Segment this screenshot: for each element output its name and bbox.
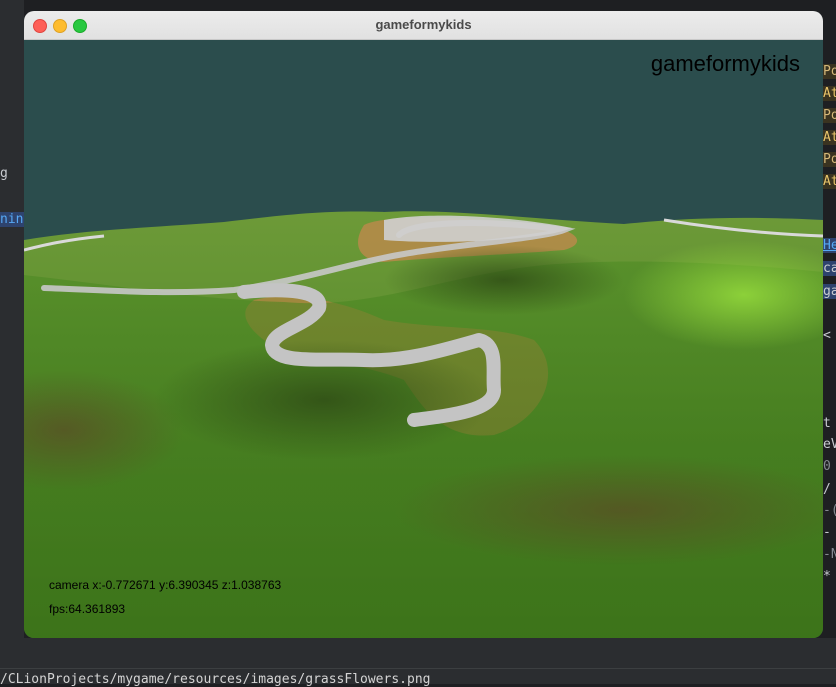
code-token: ca — [823, 261, 836, 276]
ide-left-panel: g ning — [0, 0, 32, 684]
ide-left-fragment: g — [0, 166, 8, 181]
code-token: Po — [823, 64, 836, 79]
code-token: < — [823, 328, 831, 343]
terrain-scene — [24, 211, 823, 638]
fps-readout: fps:64.361893 — [49, 602, 126, 616]
game-overlay-title: gameformykids — [650, 51, 800, 76]
code-token: At — [823, 174, 836, 189]
ide-editor-right-edge: Po At Po At Po At He ca ga < t eV 0 / -(… — [823, 0, 836, 684]
code-token: Po — [823, 108, 836, 123]
game-viewport[interactable]: gameformykids camera x:-0.772671 y:6.390… — [24, 40, 823, 638]
camera-readout: camera x:-0.772671 y:6.390345 z:1.038763 — [49, 578, 282, 592]
code-token: ga — [823, 284, 836, 299]
ide-top-strip — [0, 0, 836, 11]
code-token: * — [823, 569, 831, 584]
code-token: At — [823, 86, 836, 101]
ide-file-path: /CLionProjects/mygame/resources/images/g… — [0, 672, 431, 687]
window-title: gameformykids — [375, 17, 472, 32]
code-token: t — [823, 416, 831, 431]
game-window[interactable]: gameformykids gameformykids camera x:-0.… — [24, 11, 823, 638]
code-token: -N — [823, 547, 836, 562]
code-token: He — [823, 238, 836, 253]
code-token: - — [823, 525, 831, 540]
code-token: -( — [823, 503, 836, 518]
code-token: 0 — [823, 459, 831, 474]
code-token: Po — [823, 152, 836, 167]
shaded-ridge — [384, 245, 624, 315]
ide-divider — [0, 668, 836, 669]
code-token: eV — [823, 437, 836, 452]
window-titlebar[interactable]: gameformykids — [24, 11, 823, 40]
code-token: / — [823, 482, 831, 497]
code-token: At — [823, 130, 836, 145]
